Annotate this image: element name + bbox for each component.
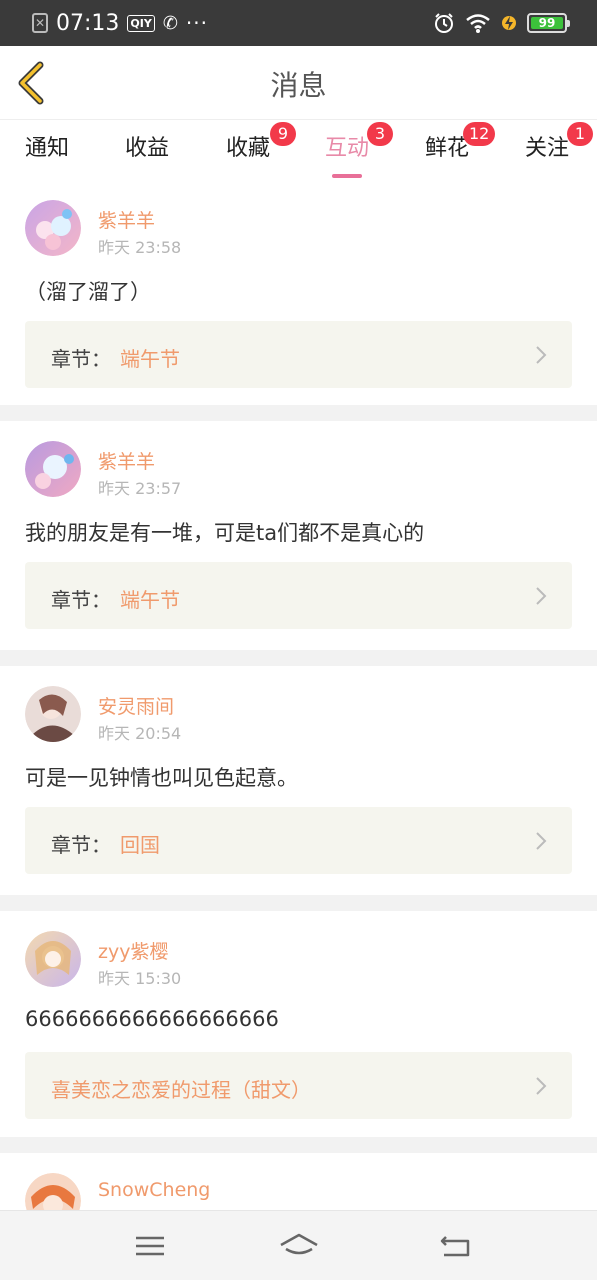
tab-badge: 1	[567, 122, 593, 146]
tab-label: 通知	[25, 136, 70, 161]
tab-interactions[interactable]: 互动 3	[325, 122, 393, 178]
chapter-title: 回国	[120, 833, 160, 857]
chapter-prefix: 章节：	[51, 347, 111, 371]
status-left: ✕ 07:13 QIY ✆ ···	[32, 8, 208, 38]
avatar[interactable]	[25, 931, 81, 987]
message-card: SnowCheng	[0, 1153, 597, 1210]
username[interactable]: 紫羊羊	[98, 447, 155, 474]
menu-icon[interactable]	[130, 1231, 170, 1261]
message-content: 我的朋友是有一堆，可是ta们都不是真心的	[25, 521, 425, 545]
status-time: 07:13	[56, 10, 120, 36]
timestamp: 昨天 20:54	[98, 724, 182, 743]
wechat-icon: ✆	[162, 12, 178, 34]
return-icon[interactable]	[436, 1231, 476, 1261]
message-content: （溜了溜了）	[25, 280, 151, 304]
message-content: 可是一见钟情也叫见色起意。	[25, 766, 298, 790]
avatar[interactable]	[25, 441, 81, 497]
tab-badge: 3	[367, 122, 393, 146]
active-tab-indicator	[332, 174, 362, 178]
tab-badge: 12	[463, 122, 496, 146]
screen: ✕ 07:13 QIY ✆ ··· 99 消息 通知 收益 收藏 9 互动 3 …	[0, 0, 597, 1280]
chapter-link[interactable]: 章节： 端午节	[25, 321, 572, 388]
username[interactable]: 安灵雨间	[98, 692, 174, 719]
tab-bar: 通知 收益 收藏 9 互动 3 鲜花 12 关注 1	[0, 120, 597, 180]
close-box-icon: ✕	[32, 13, 48, 33]
avatar[interactable]	[25, 1173, 81, 1210]
tab-follows[interactable]: 关注 1	[525, 122, 593, 176]
tab-flowers[interactable]: 鲜花 12	[425, 122, 496, 176]
status-right: 99	[433, 10, 570, 36]
avatar[interactable]	[25, 686, 81, 742]
chapter-prefix: 章节：	[51, 588, 111, 612]
message-card: 紫羊羊 昨天 23:57 我的朋友是有一堆，可是ta们都不是真心的 章节： 端午…	[0, 421, 597, 650]
chapter-prefix: 章节：	[51, 833, 111, 857]
timestamp: 昨天 23:57	[98, 479, 182, 498]
message-card: zyy紫樱 昨天 15:30 6666666666666666666 喜美恋之恋…	[0, 911, 597, 1137]
home-icon[interactable]	[279, 1231, 319, 1261]
tab-earnings[interactable]: 收益	[125, 130, 169, 176]
tab-badge: 9	[270, 122, 296, 146]
more-dots-icon: ···	[185, 11, 208, 35]
alarm-icon	[435, 13, 453, 33]
timestamp: 昨天 23:58	[98, 238, 182, 257]
tab-favorites[interactable]: 收藏 9	[226, 122, 296, 176]
message-card: 安灵雨间 昨天 20:54 可是一见钟情也叫见色起意。 章节： 回国	[0, 666, 597, 895]
page-title: 消息	[270, 69, 327, 102]
username[interactable]: SnowCheng	[98, 1179, 210, 1201]
battery-icon: 99	[527, 13, 570, 33]
status-bar: ✕ 07:13 QIY ✆ ··· 99	[0, 0, 597, 46]
chapter-link[interactable]: 喜美恋之恋爱的过程（甜文）	[25, 1052, 572, 1119]
chapter-link[interactable]: 章节： 端午节	[25, 562, 572, 629]
battery-level: 99	[531, 17, 563, 29]
chapter-title: 端午节	[120, 347, 180, 371]
header: 消息	[0, 46, 597, 120]
chapter-link[interactable]: 章节： 回国	[25, 807, 572, 874]
chevron-right-icon	[536, 346, 547, 364]
chevron-right-icon	[536, 1077, 547, 1095]
wifi-icon	[466, 14, 490, 33]
chevron-right-icon	[536, 832, 547, 850]
message-card: 紫羊羊 昨天 23:58 （溜了溜了） 章节： 端午节	[0, 180, 597, 405]
system-nav-bar	[0, 1210, 597, 1280]
message-list[interactable]: 紫羊羊 昨天 23:58 （溜了溜了） 章节： 端午节 紫羊羊 昨天 23:57…	[0, 180, 597, 1210]
tab-label: 收益	[125, 136, 170, 161]
avatar[interactable]	[25, 200, 81, 256]
tab-label: 互动	[325, 136, 370, 161]
chapter-title: 喜美恋之恋爱的过程（甜文）	[51, 1078, 311, 1102]
tab-label: 收藏	[226, 136, 271, 161]
iqiyi-icon: QIY	[127, 14, 155, 32]
tab-label: 关注	[525, 136, 570, 161]
timestamp: 昨天 15:30	[98, 969, 182, 988]
chevron-right-icon	[536, 587, 547, 605]
tab-notifications[interactable]: 通知	[25, 130, 69, 176]
charging-icon	[502, 16, 516, 30]
username[interactable]: 紫羊羊	[98, 206, 155, 233]
username[interactable]: zyy紫樱	[98, 937, 168, 964]
chapter-title: 端午节	[120, 588, 180, 612]
message-content: 6666666666666666666	[25, 1007, 279, 1031]
